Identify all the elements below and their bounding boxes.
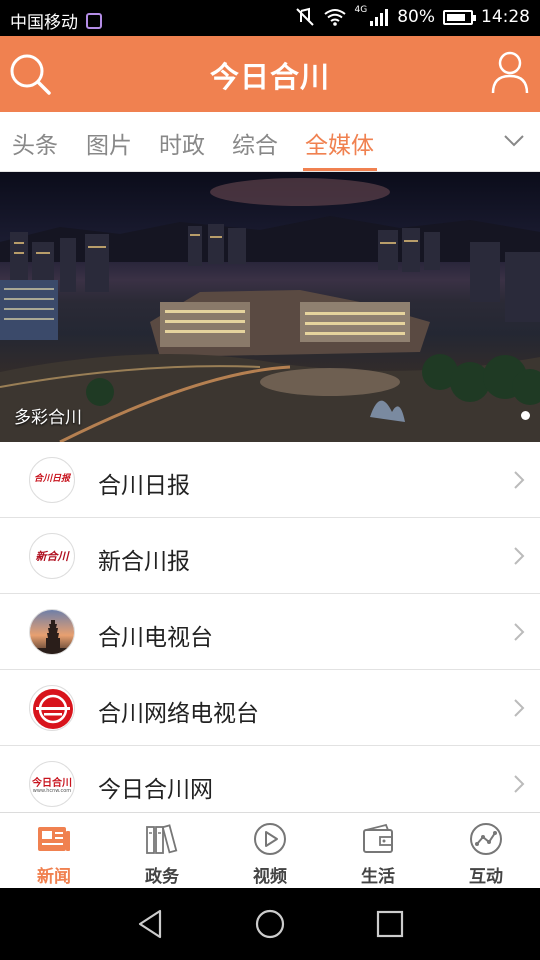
list-item[interactable]: 合川网络电视台: [0, 670, 540, 746]
nav-label: 政务: [145, 867, 179, 887]
books-icon: [146, 824, 178, 854]
chart-icon: [470, 823, 502, 855]
list-item-label: 新合川报: [98, 549, 190, 575]
chevron-right-icon: [514, 775, 525, 793]
back-icon[interactable]: [136, 908, 166, 940]
nav-label: 互动: [469, 867, 503, 887]
nav-life[interactable]: 生活: [324, 813, 432, 889]
play-icon: [254, 823, 286, 855]
nav-government[interactable]: 政务: [108, 813, 216, 889]
list-item[interactable]: 新合川 新合川报: [0, 518, 540, 594]
hechuan-daily-logo: 合川日报: [29, 457, 75, 503]
clock: 14:28: [481, 7, 530, 27]
carrier-name: 中国移动: [10, 13, 78, 33]
status-bar: 中国移动 4G 80% 14:28: [0, 0, 540, 36]
page-title: 今日合川: [209, 60, 330, 94]
newspaper-icon: [38, 827, 70, 851]
bottom-navigation: 新闻 政务 视频 生活 互动: [0, 812, 540, 888]
nav-label: 生活: [361, 867, 395, 887]
list-item-label: 合川日报: [98, 473, 190, 499]
tab-pictures[interactable]: 图片: [86, 126, 132, 160]
category-tabs: 头条 图片 时政 综合 全媒体: [0, 112, 540, 172]
tab-general[interactable]: 综合: [232, 126, 278, 160]
chevron-right-icon: [514, 623, 525, 641]
chevron-right-icon: [514, 547, 525, 565]
active-tab-indicator: [303, 168, 377, 171]
chevron-right-icon: [514, 699, 525, 717]
banner-caption: 多彩合川: [14, 408, 82, 428]
tab-headlines[interactable]: 头条: [12, 126, 58, 160]
list-item-label: 合川电视台: [98, 625, 213, 651]
list-item-label: 今日合川网: [98, 777, 213, 803]
nav-label: 视频: [253, 867, 287, 887]
carousel-indicator-dot: [521, 411, 530, 420]
list-item-label: 合川网络电视台: [98, 701, 259, 727]
tab-politics[interactable]: 时政: [159, 126, 205, 160]
mute-icon: [295, 7, 314, 26]
chevron-down-icon[interactable]: [502, 130, 526, 150]
home-icon[interactable]: [254, 908, 286, 940]
nav-interaction[interactable]: 互动: [432, 813, 540, 889]
banner-carousel[interactable]: 多彩合川: [0, 172, 540, 442]
nav-video[interactable]: 视频: [216, 813, 324, 889]
list-item[interactable]: 合川日报 合川日报: [0, 442, 540, 518]
battery-icon: [443, 9, 476, 25]
banner-image: [0, 178, 540, 442]
nav-label: 新闻: [37, 867, 71, 887]
signal-icon: [370, 9, 389, 26]
app-header: 今日合川: [0, 36, 540, 112]
nav-news[interactable]: 新闻: [0, 813, 108, 889]
list-item[interactable]: 今日合川 www.hcnw.com 今日合川网: [0, 746, 540, 812]
today-hechuan-web-logo: 今日合川 www.hcnw.com: [29, 761, 75, 807]
user-icon[interactable]: [490, 50, 530, 94]
hechuan-network-tv-logo: [29, 685, 75, 731]
chevron-right-icon: [514, 471, 525, 489]
tab-all-media[interactable]: 全媒体: [305, 126, 374, 160]
wifi-icon: [323, 9, 346, 26]
list-item[interactable]: 合川电视台: [0, 594, 540, 670]
system-navigation-bar: [0, 888, 540, 960]
network-type: 4G: [354, 5, 368, 15]
battery-percent: 80%: [397, 7, 435, 27]
gallery-notification-icon: [86, 12, 102, 29]
new-hechuan-logo: 新合川: [29, 533, 75, 579]
media-list: 合川日报 合川日报 新合川 新合川报 合川电视台 合川网络电视台 今日合川 ww…: [0, 442, 540, 812]
recents-icon[interactable]: [376, 908, 404, 940]
hechuan-tv-logo: [29, 609, 75, 655]
wallet-icon: [363, 823, 393, 853]
